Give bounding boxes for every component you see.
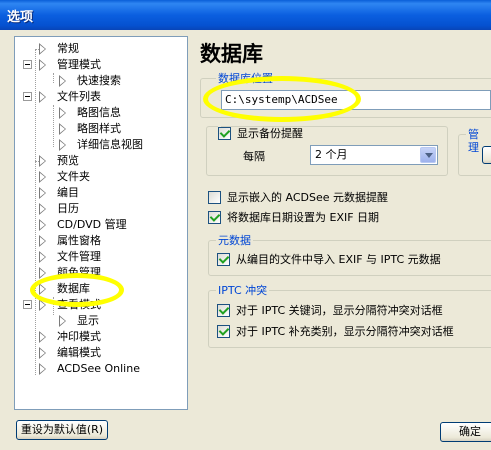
page-icon	[39, 187, 46, 199]
tree-item-label: 显示	[77, 314, 99, 327]
ok-button[interactable]: 确定	[440, 422, 491, 442]
tree-item-label: 常规	[57, 42, 79, 55]
options-tree[interactable]: 常规 管理模式 快速搜索 文件列表 略图信息 略图样式 详细信息视图 预览 文件…	[14, 36, 188, 410]
page-icon	[59, 315, 66, 327]
checkbox-label: 显示嵌入的 ACDSee 元数据提醒	[227, 191, 388, 204]
title-bar: 选项	[0, 0, 491, 30]
tree-item-label: 详细信息视图	[77, 138, 143, 151]
interval-label: 每隔	[243, 150, 265, 163]
tree-item-label: 编目	[57, 186, 79, 199]
tree-item-label: 编辑模式	[57, 346, 101, 359]
page-icon	[39, 59, 46, 71]
collapse-icon[interactable]	[23, 60, 32, 69]
tree-item-label: 属性窗格	[57, 234, 101, 247]
page-title: 数据库	[200, 42, 263, 66]
checkbox-icon	[217, 253, 230, 266]
tree-item-label: 略图样式	[77, 122, 121, 135]
page-icon	[39, 203, 46, 215]
page-icon	[39, 331, 46, 343]
dropdown-arrow-icon[interactable]	[420, 147, 436, 163]
page-icon	[39, 363, 46, 375]
tree-connector-line	[53, 105, 54, 147]
tree-item-label: 文件列表	[57, 90, 101, 103]
checkbox-label: 从编目的文件中导入 EXIF 与 IPTC 元数据	[236, 253, 441, 266]
group-legend: 元数据	[216, 234, 253, 247]
highlight-ellipse	[203, 76, 361, 122]
checkbox-icon	[208, 191, 221, 204]
tree-connector-line	[35, 49, 36, 375]
backup-interval-select[interactable]: 2 个月	[310, 145, 438, 165]
page-icon	[59, 75, 66, 87]
page-icon	[59, 123, 66, 135]
checkbox-label: 显示备份提醒	[237, 127, 303, 140]
page-icon	[39, 171, 46, 183]
collapse-icon[interactable]	[23, 92, 32, 101]
group-legend: IPTC 冲突	[216, 284, 270, 297]
page-icon	[39, 91, 46, 103]
tree-connector-line	[53, 73, 54, 83]
tree-item-label: 冲印模式	[57, 330, 101, 343]
collapse-icon[interactable]	[23, 300, 32, 309]
checkbox-label: 对于 IPTC 补充类别，显示分隔符冲突对话框	[236, 325, 454, 338]
tree-item-label: 快速搜索	[77, 74, 121, 87]
page-icon	[39, 347, 46, 359]
tree-item-label: 文件管理	[57, 250, 101, 263]
tree-item-label: ACDSee Online	[57, 362, 140, 375]
highlight-ellipse	[30, 273, 124, 307]
page-icon	[39, 43, 46, 55]
page-icon	[39, 235, 46, 247]
tree-item-label: 略图信息	[77, 106, 121, 119]
checkbox-icon	[208, 211, 221, 224]
page-icon	[59, 139, 66, 151]
checkbox-icon	[218, 127, 231, 140]
window-title: 选项	[7, 10, 34, 25]
tree-item-label: 管理模式	[57, 58, 101, 71]
tree-item-label: 日历	[57, 202, 79, 215]
iptc-conflict-group	[208, 290, 491, 348]
page-icon	[39, 155, 46, 167]
reset-defaults-button[interactable]: 重设为默认值(R)	[16, 420, 108, 440]
manage-button[interactable]	[482, 146, 491, 164]
page-icon	[39, 251, 46, 263]
tree-item-label: 文件夹	[57, 170, 90, 183]
checkbox-label: 对于 IPTC 关键词，显示分隔符冲突对话框	[236, 304, 443, 317]
tree-item-label: CD/DVD 管理	[57, 218, 127, 231]
show-backup-reminder-checkbox[interactable]: 显示备份提醒	[218, 126, 303, 142]
checkbox-icon	[217, 325, 230, 338]
select-value: 2 个月	[315, 148, 348, 161]
checkbox-icon	[217, 304, 230, 317]
page-icon	[39, 219, 46, 231]
page-icon	[59, 107, 66, 119]
checkbox-label: 将数据库日期设置为 EXIF 日期	[227, 211, 380, 224]
tree-item-label: 预览	[57, 154, 79, 167]
